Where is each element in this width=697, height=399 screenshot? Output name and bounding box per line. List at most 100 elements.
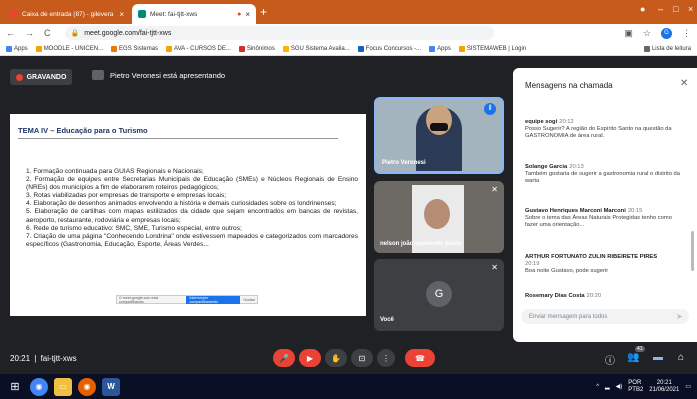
list-item: 7. Criação de uma página "Conhecendo Lon… [26,232,358,248]
bookmark-sistemaweb[interactable]: SISTEMAWEB | Login [458,45,526,52]
raise-hand-button[interactable]: ✋ [325,349,347,367]
participant-tile-presenter[interactable]: ⦀ Pietro Veronesi [374,97,504,174]
meet-icon [138,10,146,18]
maximize-icon[interactable]: □ [673,4,678,14]
avatar: G [426,281,452,307]
speaking-icon: ⦀ [484,103,496,115]
hide-button[interactable]: Ocultar [243,298,255,302]
list-item: 6. Rede de turismo educativo: SMC, SME, … [26,224,242,232]
more-options-button[interactable]: ⋮ [377,349,395,367]
chrome-icon[interactable]: ◉ [30,377,48,396]
windows-start-icon[interactable]: ⊞ [6,378,24,396]
stop-sharing-button[interactable]: Interromper compartilhamento [186,295,241,304]
focus-icon [357,45,364,52]
chat-input[interactable]: Enviar mensagem para todos [521,309,689,324]
participant-name: Pietro Veronesi [382,160,426,166]
profile-icon[interactable]: ● [640,4,645,14]
lock-icon: 🔒 [70,30,80,37]
bookmark-ava[interactable]: AVA - CURSOS DE... [166,45,231,52]
recording-dot-icon: ● [237,10,242,18]
taskbar-clock[interactable]: 20:21 21/06/2021 [649,380,679,394]
info-icon[interactable]: ⓘ [605,352,615,367]
tray-chevron-icon[interactable]: ^ [596,384,599,390]
mic-toggle-button[interactable]: 🎤 [273,349,295,367]
participant-tile[interactable]: ✕ nelson joão sperandio júnior [374,181,504,253]
reload-icon[interactable]: C [44,28,51,38]
new-tab-button[interactable]: + [260,4,267,20]
network-icon[interactable]: ▂ [605,383,610,390]
list-item: 4. Elaboração de desenhos animados envol… [26,200,337,208]
back-icon[interactable]: ← [6,28,15,38]
forward-icon[interactable]: → [25,28,34,38]
slide-divider [18,138,338,139]
sistemaweb-icon [458,45,465,52]
file-explorer-icon[interactable]: ▭ [54,377,72,396]
mask-icon [430,123,448,131]
minimize-icon[interactable]: – [658,4,663,14]
volume-icon[interactable]: ◀) [616,383,623,390]
bookmark-sgu[interactable]: SGU Sistema Avalia... [282,45,350,52]
present-icon: ⊡ [358,353,366,363]
tab-meet[interactable]: Meet: fai-tjtt-xws ● × [132,4,256,24]
chat-panel [513,68,697,342]
chat-scrollbar[interactable] [691,231,694,271]
egs-icon [111,45,118,52]
chat-icon[interactable]: ▬ [653,352,663,363]
apps-icon [6,45,12,52]
presenter-avatar [92,70,104,80]
star-icon[interactable]: ☆ [643,28,651,39]
avatar[interactable]: G [661,27,672,39]
activities-icon[interactable]: ⌂ [678,352,684,363]
sinonimos-icon [238,45,245,52]
participant-tile-self[interactable]: G ✕ Você [374,259,504,331]
send-icon[interactable]: ➤ [676,312,683,321]
bookmark-apps-2[interactable]: Apps [429,45,451,52]
list-item: 3. Rotas viabilizadas por empresas de tr… [26,192,227,200]
address-bar[interactable]: 🔒 meet.google.com/fai-tjtt-xws [64,26,495,40]
keyboard-layout[interactable]: POR PTB2 [628,380,643,394]
mic-off-icon: ✕ [491,185,498,194]
bookmark-egs[interactable]: EGS Sistemas [111,45,158,52]
browser-toolbar: ← → C 🔒 meet.google.com/fai-tjtt-xws ▣ ☆… [0,24,697,42]
bookmark-focus[interactable]: Focus Concursos -... [357,45,421,52]
chat-message: Gustavo Henriques Marconi Marconi 20:15 S… [525,208,672,228]
participant-name: nelson joão sperandio júnior [380,241,463,247]
reading-list[interactable]: Lista de leitura [643,45,691,52]
more-icon: ⋮ [382,353,390,363]
ava-icon [166,45,173,52]
tab-gmail[interactable]: Caixa de entrada (87) - gilevera × [4,4,130,24]
notifications-icon[interactable]: ▭ [685,383,691,390]
slide-list: 1. Formação continuada para GUIAS Region… [26,168,358,249]
close-icon[interactable]: × [245,10,250,19]
word-icon[interactable]: W [102,377,120,396]
bookmark-sinonimos[interactable]: Sinônimos [238,45,275,52]
present-button[interactable]: ⊡ [351,349,373,367]
chat-message: ARTHUR FORTUNATO ZULIN RIBEIRETE PIRES 2… [525,254,658,274]
hand-icon: ✋ [331,353,341,363]
meeting-info: 20:21 | fai-tjtt-xws [10,354,77,363]
camera-toggle-button[interactable]: ▶ [299,349,321,367]
list-item: 5. Elaboração de cartilhas com mapas est… [26,208,358,224]
recording-badge: GRAVANDO [10,69,72,85]
participant-face [424,199,450,229]
close-icon[interactable]: ✕ [680,78,688,89]
chat-message: equipe sogi 20:12 Posso Sugerir? A região… [525,119,672,139]
presenting-banner: Pietro Veronesi está apresentando [92,70,225,80]
participant-name: Você [380,317,394,323]
sgu-icon [282,45,289,52]
bookmark-apps[interactable]: Apps [6,45,28,52]
firefox-icon[interactable]: ◉ [78,377,96,396]
recording-dot-icon [15,73,23,81]
people-icon[interactable]: 👥 [627,352,639,363]
leave-call-button[interactable]: ☎ [405,349,435,367]
extensions-icon[interactable]: ▣ [624,28,633,39]
bookmark-moodle[interactable]: MOODLE - UNICEN... [35,45,103,52]
chat-message: Solange Garcia 20:13 Também gostaria de s… [525,164,680,184]
menu-icon[interactable]: ⋮ [682,28,691,39]
participants-badge: 41 [635,346,645,352]
camera-off-icon: ▶ [306,353,314,363]
list-item: 1. Formação continuada para GUIAS Region… [26,168,204,175]
close-icon[interactable]: × [119,10,124,19]
chat-title: Mensagens na chamada [525,81,613,90]
window-close-icon[interactable]: × [688,4,693,14]
